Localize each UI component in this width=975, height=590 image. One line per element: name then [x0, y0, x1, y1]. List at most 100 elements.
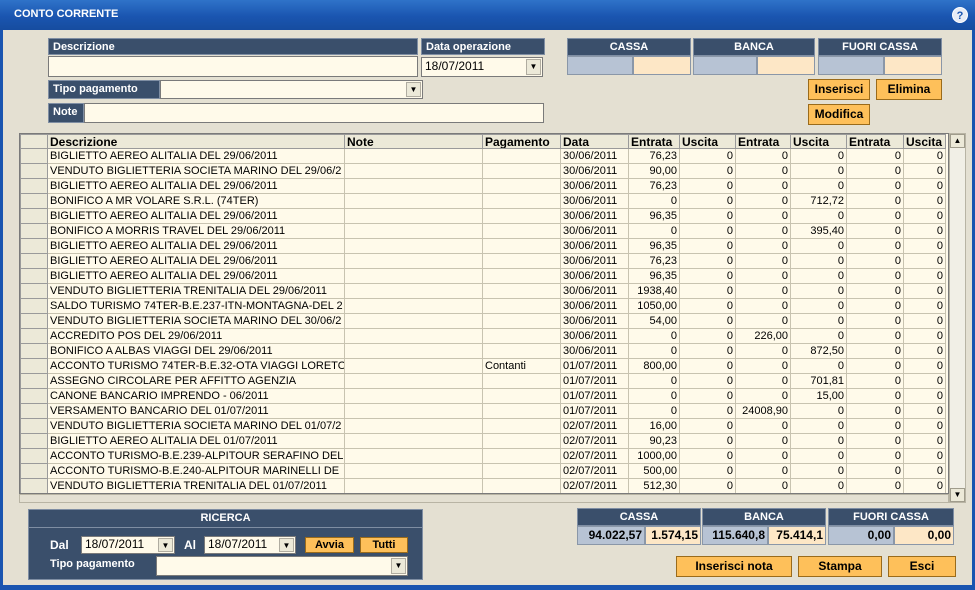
table-cell: 0 — [735, 298, 791, 314]
row-selector[interactable] — [20, 163, 48, 179]
table-row[interactable]: ACCONTO TURISMO-B.E.240-ALPITOUR MARINEL… — [20, 463, 946, 479]
table-row[interactable]: BONIFICO A MORRIS TRAVEL DEL 29/06/2011 3… — [20, 223, 946, 239]
column-header[interactable]: Uscita — [790, 134, 847, 149]
ricerca-tipo-pagamento-label: Tipo pagamento — [50, 558, 135, 570]
elimina-button[interactable]: Elimina — [876, 79, 942, 100]
ricerca-tipo-pagamento-select[interactable]: ▼ — [156, 556, 408, 576]
table-row[interactable]: BIGLIETTO AEREO ALITALIA DEL 29/06/2011 3… — [20, 178, 946, 194]
table-row[interactable]: VENDUTO BIGLIETTERIA TRENITALIA DEL 01/0… — [20, 478, 946, 493]
table-row[interactable]: BONIFICO A ALBAS VIAGGI DEL 29/06/2011 30… — [20, 343, 946, 359]
note-input[interactable] — [84, 103, 544, 123]
banca-entrata-cell — [693, 56, 757, 75]
table-row[interactable]: BIGLIETTO AEREO ALITALIA DEL 29/06/2011 3… — [20, 268, 946, 284]
table-row[interactable]: BIGLIETTO AEREO ALITALIA DEL 29/06/2011 3… — [20, 253, 946, 269]
esci-button[interactable]: Esci — [888, 556, 956, 577]
row-selector[interactable] — [20, 343, 48, 359]
column-header[interactable]: Descrizione — [47, 134, 345, 149]
stampa-button[interactable]: Stampa — [798, 556, 882, 577]
chevron-down-icon[interactable]: ▼ — [158, 538, 173, 552]
table-cell: 0 — [846, 448, 904, 464]
column-header[interactable]: Data — [560, 134, 629, 149]
row-selector[interactable] — [20, 463, 48, 479]
table-row[interactable]: ACCONTO TURISMO-B.E.239-ALPITOUR SERAFIN… — [20, 448, 946, 464]
table-row[interactable]: VENDUTO BIGLIETTERIA SOCIETA MARINO DEL … — [20, 163, 946, 179]
table-cell: 0 — [846, 313, 904, 329]
table-cell: 0 — [903, 478, 946, 493]
horizontal-scrollbar[interactable] — [19, 494, 949, 503]
row-selector[interactable] — [20, 148, 48, 164]
row-selector[interactable] — [20, 403, 48, 419]
table-row[interactable]: VERSAMENTO BANCARIO DEL 01/07/2011 01/07/… — [20, 403, 946, 419]
tutti-button[interactable]: Tutti — [360, 537, 408, 553]
movimenti-table[interactable]: Descrizione Note Pagamento Data Entrata Uscit… — [19, 133, 949, 494]
table-cell: 0 — [846, 223, 904, 239]
row-selector[interactable] — [20, 373, 48, 389]
al-date-select[interactable]: 18/07/2011 ▼ — [204, 536, 296, 554]
descrizione-input[interactable] — [48, 56, 418, 77]
column-header[interactable]: Pagamento — [482, 134, 561, 149]
data-operazione-select[interactable]: 18/07/2011 ▼ — [421, 57, 543, 77]
modifica-button[interactable]: Modifica — [808, 104, 870, 125]
chevron-down-icon[interactable]: ▼ — [406, 82, 421, 97]
row-selector[interactable] — [20, 433, 48, 449]
row-selector[interactable] — [20, 253, 48, 269]
table-cell: 0 — [846, 208, 904, 224]
vertical-scrollbar[interactable]: ▲ ▼ — [949, 133, 966, 503]
table-row[interactable]: ACCREDITO POS DEL 29/06/2011 30/06/2011 0 0… — [20, 328, 946, 344]
row-selector[interactable] — [20, 478, 48, 493]
table-row[interactable]: VENDUTO BIGLIETTERIA SOCIETA MARINO DEL … — [20, 313, 946, 329]
table-row[interactable]: SALDO TURISMO 74TER-B.E.237-ITN-MONTAGNA… — [20, 298, 946, 314]
scroll-up-icon[interactable]: ▲ — [950, 134, 965, 148]
row-selector[interactable] — [20, 418, 48, 434]
avvia-button[interactable]: Avvia — [305, 537, 354, 553]
row-selector[interactable] — [20, 358, 48, 374]
chevron-down-icon[interactable]: ▼ — [279, 538, 294, 552]
row-selector[interactable] — [20, 448, 48, 464]
column-header[interactable]: Entrata — [846, 134, 904, 149]
row-selector[interactable] — [20, 193, 48, 209]
table-row[interactable]: VENDUTO BIGLIETTERIA SOCIETA MARINO DEL … — [20, 418, 946, 434]
row-selector[interactable] — [20, 178, 48, 194]
row-selector[interactable] — [20, 328, 48, 344]
inserisci-button[interactable]: Inserisci — [808, 79, 870, 100]
row-selector[interactable] — [20, 388, 48, 404]
table-row[interactable]: BONIFICO A MR VOLARE S.R.L. (74TER) 30/06… — [20, 193, 946, 209]
column-header[interactable]: Uscita — [679, 134, 736, 149]
table-cell: 01/07/2011 — [560, 388, 629, 404]
row-selector[interactable] — [20, 208, 48, 224]
table-cell: 0 — [790, 298, 847, 314]
column-header[interactable]: Entrata — [628, 134, 680, 149]
row-selector[interactable] — [20, 298, 48, 314]
chevron-down-icon[interactable]: ▼ — [526, 59, 541, 75]
table-cell: ASSEGNO CIRCOLARE PER AFFITTO AGENZIA — [47, 373, 345, 389]
tipo-pagamento-label: Tipo pagamento — [48, 80, 160, 99]
table-row[interactable]: BIGLIETTO AEREO ALITALIA DEL 29/06/2011 3… — [20, 238, 946, 254]
table-row[interactable]: ASSEGNO CIRCOLARE PER AFFITTO AGENZIA 01/… — [20, 373, 946, 389]
chevron-down-icon[interactable]: ▼ — [391, 558, 406, 574]
help-icon[interactable]: ? — [952, 7, 968, 23]
dal-date-select[interactable]: 18/07/2011 ▼ — [81, 536, 175, 554]
row-selector[interactable] — [20, 223, 48, 239]
row-selector[interactable] — [20, 313, 48, 329]
table-row[interactable]: BIGLIETTO AEREO ALITALIA DEL 29/06/2011 3… — [20, 208, 946, 224]
table-row[interactable]: ACCONTO TURISMO 74TER-B.E.32-OTA VIAGGI … — [20, 358, 946, 374]
scroll-down-icon[interactable]: ▼ — [950, 488, 965, 502]
row-selector[interactable] — [20, 238, 48, 254]
table-row[interactable]: CANONE BANCARIO IMPRENDO - 06/2011 01/07/… — [20, 388, 946, 404]
tipo-pagamento-select[interactable]: ▼ — [160, 80, 423, 99]
row-selector[interactable] — [20, 268, 48, 284]
inserisci-nota-button[interactable]: Inserisci nota — [676, 556, 792, 577]
row-selector[interactable] — [20, 283, 48, 299]
table-cell: BONIFICO A ALBAS VIAGGI DEL 29/06/2011 — [47, 343, 345, 359]
table-cell: BIGLIETTO AEREO ALITALIA DEL 29/06/2011 — [47, 178, 345, 194]
column-header[interactable]: Uscita — [903, 134, 946, 149]
table-row[interactable]: BIGLIETTO AEREO ALITALIA DEL 29/06/2011 3… — [20, 148, 946, 164]
table-cell — [344, 433, 483, 449]
table-cell: 0 — [679, 313, 736, 329]
table-row[interactable]: BIGLIETTO AEREO ALITALIA DEL 01/07/2011 0… — [20, 433, 946, 449]
column-header[interactable]: Note — [344, 134, 483, 149]
table-cell: 0 — [846, 463, 904, 479]
table-row[interactable]: VENDUTO BIGLIETTERIA TRENITALIA DEL 29/0… — [20, 283, 946, 299]
table-cell: 0 — [846, 403, 904, 419]
column-header[interactable]: Entrata — [735, 134, 791, 149]
